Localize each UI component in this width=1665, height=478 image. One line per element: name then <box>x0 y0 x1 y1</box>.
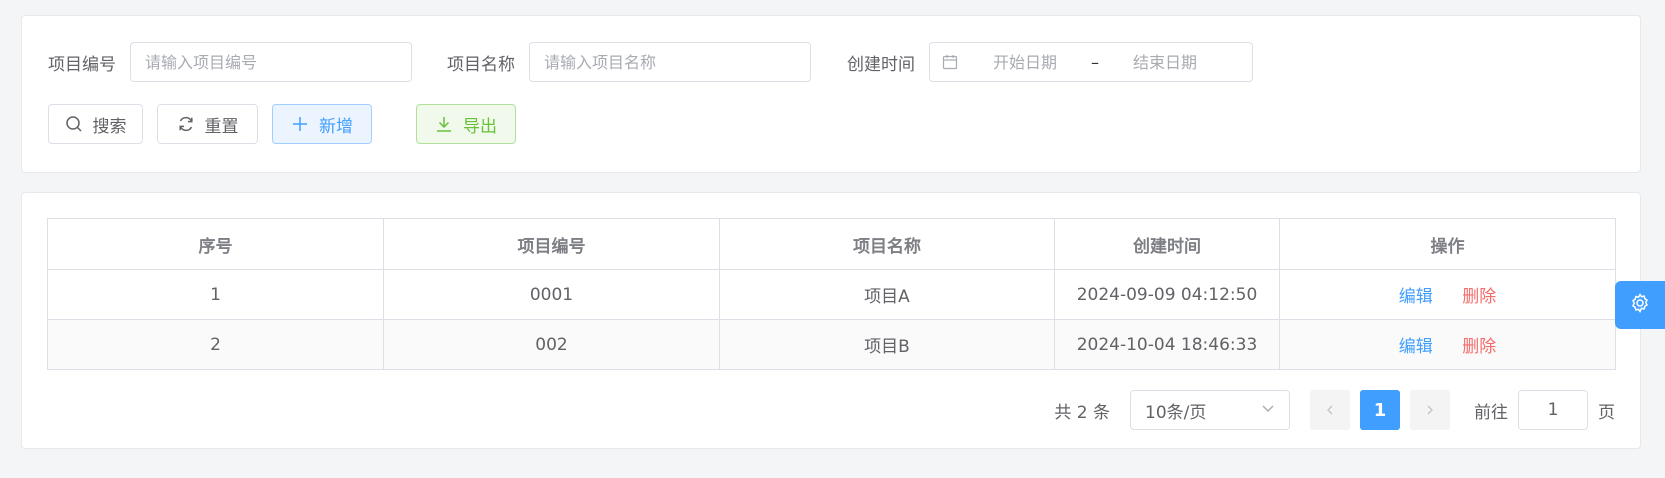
pagination: 共 2 条 10条/页 1 前往 页 <box>1054 390 1615 430</box>
project-table: 序号 项目编号 项目名称 创建时间 操作 1 0001 项目A 2024-09-… <box>47 218 1616 370</box>
end-date-input[interactable] <box>1110 52 1220 72</box>
cell-actions: 编辑 删除 <box>1279 269 1616 320</box>
goto-suffix: 页 <box>1598 402 1615 423</box>
search-panel: 项目编号 项目名称 创建时间 – <box>21 15 1641 173</box>
cell-index: 2 <box>47 319 384 370</box>
cell-name: 项目A <box>719 269 1055 320</box>
page-size-value: 10条/页 <box>1145 402 1207 423</box>
delete-link[interactable]: 删除 <box>1462 337 1496 357</box>
cell-code: 0001 <box>383 269 720 320</box>
add-button[interactable]: 新增 <box>272 104 372 144</box>
date-range-picker[interactable]: – <box>929 42 1253 82</box>
prev-page-button[interactable] <box>1310 390 1350 430</box>
range-separator: – <box>1091 52 1099 72</box>
name-label: 项目名称 <box>447 54 515 75</box>
chevron-left-icon <box>1324 400 1336 421</box>
cell-actions: 编辑 删除 <box>1279 319 1616 370</box>
search-icon <box>65 115 83 133</box>
cell-name: 项目B <box>719 319 1055 370</box>
chevron-right-icon <box>1424 400 1436 421</box>
plus-icon <box>291 115 309 133</box>
header-code: 项目编号 <box>383 218 720 270</box>
reset-button[interactable]: 重置 <box>157 104 258 144</box>
time-label: 创建时间 <box>847 54 915 75</box>
code-label: 项目编号 <box>48 54 116 75</box>
form-item-time: 创建时间 – <box>847 42 1253 82</box>
edit-link[interactable]: 编辑 <box>1399 287 1433 307</box>
header-index: 序号 <box>47 218 384 270</box>
calendar-icon <box>942 54 958 70</box>
form-item-code: 项目编号 <box>48 42 412 82</box>
export-button-label: 导出 <box>463 116 497 137</box>
code-input[interactable] <box>130 42 412 82</box>
header-name: 项目名称 <box>719 218 1055 270</box>
header-created: 创建时间 <box>1054 218 1280 270</box>
page-number-button[interactable]: 1 <box>1360 390 1400 430</box>
reset-button-label: 重置 <box>204 116 239 137</box>
start-date-input[interactable] <box>970 52 1080 72</box>
name-input[interactable] <box>529 42 811 82</box>
chevron-down-icon <box>1261 400 1275 420</box>
form-item-name: 项目名称 <box>447 42 811 82</box>
delete-link[interactable]: 删除 <box>1462 287 1496 307</box>
next-page-button[interactable] <box>1410 390 1450 430</box>
export-button[interactable]: 导出 <box>416 104 516 144</box>
total-count: 共 2 条 <box>1054 402 1110 423</box>
cell-created: 2024-09-09 04:12:50 <box>1054 269 1280 320</box>
settings-button[interactable] <box>1615 281 1665 329</box>
cell-created: 2024-10-04 18:46:33 <box>1054 319 1280 370</box>
cell-code: 002 <box>383 319 720 370</box>
table-panel: 序号 项目编号 项目名称 创建时间 操作 1 0001 项目A 2024-09-… <box>21 192 1641 449</box>
header-actions: 操作 <box>1279 218 1616 270</box>
edit-link[interactable]: 编辑 <box>1399 337 1433 357</box>
table-header-row: 序号 项目编号 项目名称 创建时间 操作 <box>47 218 1616 270</box>
table-row: 2 002 项目B 2024-10-04 18:46:33 编辑 删除 <box>47 319 1616 370</box>
goto-page-input[interactable] <box>1518 390 1588 430</box>
page-size-select[interactable]: 10条/页 <box>1130 390 1290 430</box>
gear-icon <box>1630 292 1650 318</box>
goto-label: 前往 <box>1474 402 1508 423</box>
search-button[interactable]: 搜索 <box>48 104 143 144</box>
refresh-icon <box>177 115 195 133</box>
cell-index: 1 <box>47 269 384 320</box>
add-button-label: 新增 <box>319 116 353 137</box>
download-icon <box>435 115 453 133</box>
table-row: 1 0001 项目A 2024-09-09 04:12:50 编辑 删除 <box>47 269 1616 320</box>
search-button-label: 搜索 <box>92 116 127 137</box>
